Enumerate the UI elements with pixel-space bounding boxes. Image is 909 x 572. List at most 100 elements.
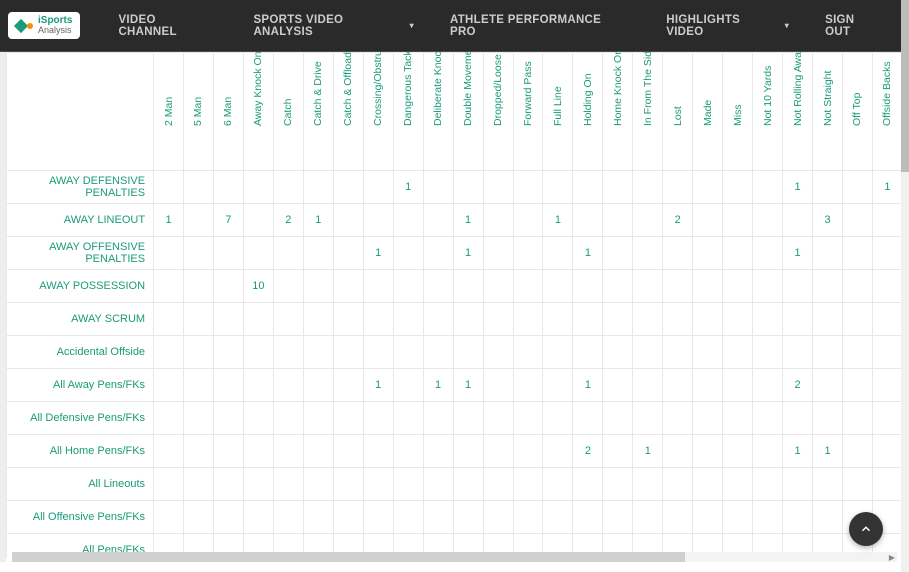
- data-cell[interactable]: [333, 237, 363, 270]
- data-cell[interactable]: 1: [453, 369, 483, 402]
- data-cell[interactable]: [663, 303, 693, 336]
- data-cell[interactable]: [213, 237, 243, 270]
- data-cell[interactable]: [693, 402, 723, 435]
- data-cell[interactable]: [783, 204, 813, 237]
- data-cell[interactable]: [842, 270, 872, 303]
- data-cell[interactable]: [513, 468, 543, 501]
- column-header[interactable]: Not Straight: [813, 53, 843, 171]
- nav-item-sign-out[interactable]: SIGN OUT: [807, 14, 901, 38]
- row-header[interactable]: AWAY LINEOUT: [7, 204, 154, 237]
- data-cell[interactable]: [154, 336, 184, 369]
- column-header[interactable]: Deliberate Knock On: [423, 53, 453, 171]
- data-cell[interactable]: 1: [872, 171, 902, 204]
- data-cell[interactable]: [723, 501, 753, 534]
- data-cell[interactable]: [483, 369, 513, 402]
- data-cell[interactable]: [663, 336, 693, 369]
- data-cell[interactable]: [453, 402, 483, 435]
- data-cell[interactable]: [872, 270, 902, 303]
- data-cell[interactable]: [213, 270, 243, 303]
- data-cell[interactable]: [693, 171, 723, 204]
- data-cell[interactable]: [872, 303, 902, 336]
- data-cell[interactable]: [184, 501, 214, 534]
- data-cell[interactable]: 2: [273, 204, 303, 237]
- data-cell[interactable]: [813, 303, 843, 336]
- row-header[interactable]: AWAY DEFENSIVE PENALTIES: [7, 171, 154, 204]
- data-cell[interactable]: [543, 468, 573, 501]
- data-cell[interactable]: [513, 435, 543, 468]
- data-cell[interactable]: [813, 270, 843, 303]
- data-cell[interactable]: [633, 369, 663, 402]
- horizontal-scrollbar-arrow-right-icon[interactable]: ▶: [889, 553, 895, 562]
- column-header[interactable]: Made: [693, 53, 723, 171]
- data-cell[interactable]: [663, 501, 693, 534]
- row-header[interactable]: AWAY POSSESSION: [7, 270, 154, 303]
- data-cell[interactable]: [872, 237, 902, 270]
- data-cell[interactable]: [453, 171, 483, 204]
- column-header[interactable]: 5 Man: [184, 53, 214, 171]
- data-cell[interactable]: [872, 204, 902, 237]
- data-cell[interactable]: 1: [573, 237, 603, 270]
- data-cell[interactable]: [303, 468, 333, 501]
- data-cell[interactable]: [453, 501, 483, 534]
- data-cell[interactable]: [813, 237, 843, 270]
- data-cell[interactable]: [783, 303, 813, 336]
- page-vertical-scrollbar-thumb[interactable]: [901, 0, 909, 172]
- data-cell[interactable]: [483, 402, 513, 435]
- nav-item-athlete-performance-pro[interactable]: ATHLETE PERFORMANCE PRO: [432, 14, 648, 38]
- data-cell[interactable]: [483, 171, 513, 204]
- data-cell[interactable]: [483, 435, 513, 468]
- data-cell[interactable]: [603, 303, 633, 336]
- data-cell[interactable]: 1: [783, 237, 813, 270]
- logo[interactable]: iSports Analysis: [8, 12, 80, 39]
- data-cell[interactable]: [303, 402, 333, 435]
- data-cell[interactable]: [753, 171, 783, 204]
- data-cell[interactable]: [423, 171, 453, 204]
- column-header[interactable]: Not Rolling Away: [783, 53, 813, 171]
- data-cell[interactable]: [303, 501, 333, 534]
- column-header[interactable]: Dropped/Loose: [483, 53, 513, 171]
- data-cell[interactable]: 1: [813, 435, 843, 468]
- data-cell[interactable]: [513, 171, 543, 204]
- data-cell[interactable]: [303, 237, 333, 270]
- data-cell[interactable]: [243, 303, 273, 336]
- column-header[interactable]: Holding On: [573, 53, 603, 171]
- data-cell[interactable]: [723, 336, 753, 369]
- data-cell[interactable]: 1: [543, 204, 573, 237]
- data-cell[interactable]: 3: [813, 204, 843, 237]
- data-cell[interactable]: [783, 402, 813, 435]
- data-cell[interactable]: [273, 171, 303, 204]
- data-cell[interactable]: [273, 369, 303, 402]
- data-cell[interactable]: [633, 237, 663, 270]
- data-cell[interactable]: [423, 270, 453, 303]
- data-cell[interactable]: [154, 270, 184, 303]
- data-cell[interactable]: [842, 204, 872, 237]
- data-cell[interactable]: [363, 204, 393, 237]
- data-cell[interactable]: [693, 237, 723, 270]
- data-cell[interactable]: [184, 336, 214, 369]
- data-cell[interactable]: [303, 369, 333, 402]
- data-cell[interactable]: 1: [423, 369, 453, 402]
- data-cell[interactable]: [633, 303, 663, 336]
- data-cell[interactable]: [842, 468, 872, 501]
- data-cell[interactable]: [513, 402, 543, 435]
- data-cell[interactable]: [333, 369, 363, 402]
- data-cell[interactable]: [693, 435, 723, 468]
- data-cell[interactable]: [303, 270, 333, 303]
- column-header[interactable]: Not 10 Yards: [753, 53, 783, 171]
- data-cell[interactable]: [453, 468, 483, 501]
- data-cell[interactable]: [393, 204, 423, 237]
- nav-item-highlights-video[interactable]: HIGHLIGHTS VIDEO▾: [648, 14, 807, 38]
- data-cell[interactable]: [333, 171, 363, 204]
- data-cell[interactable]: [872, 336, 902, 369]
- data-cell[interactable]: [423, 501, 453, 534]
- data-cell[interactable]: [633, 336, 663, 369]
- data-cell[interactable]: [363, 402, 393, 435]
- data-cell[interactable]: [213, 171, 243, 204]
- column-header[interactable]: 2 Man: [154, 53, 184, 171]
- data-cell[interactable]: [813, 171, 843, 204]
- data-cell[interactable]: [543, 237, 573, 270]
- data-cell[interactable]: [184, 402, 214, 435]
- table-scroll-area[interactable]: 2 Man5 Man6 ManAway Knock OnCatchCatch &…: [6, 52, 903, 558]
- data-cell[interactable]: [273, 402, 303, 435]
- data-cell[interactable]: [633, 501, 663, 534]
